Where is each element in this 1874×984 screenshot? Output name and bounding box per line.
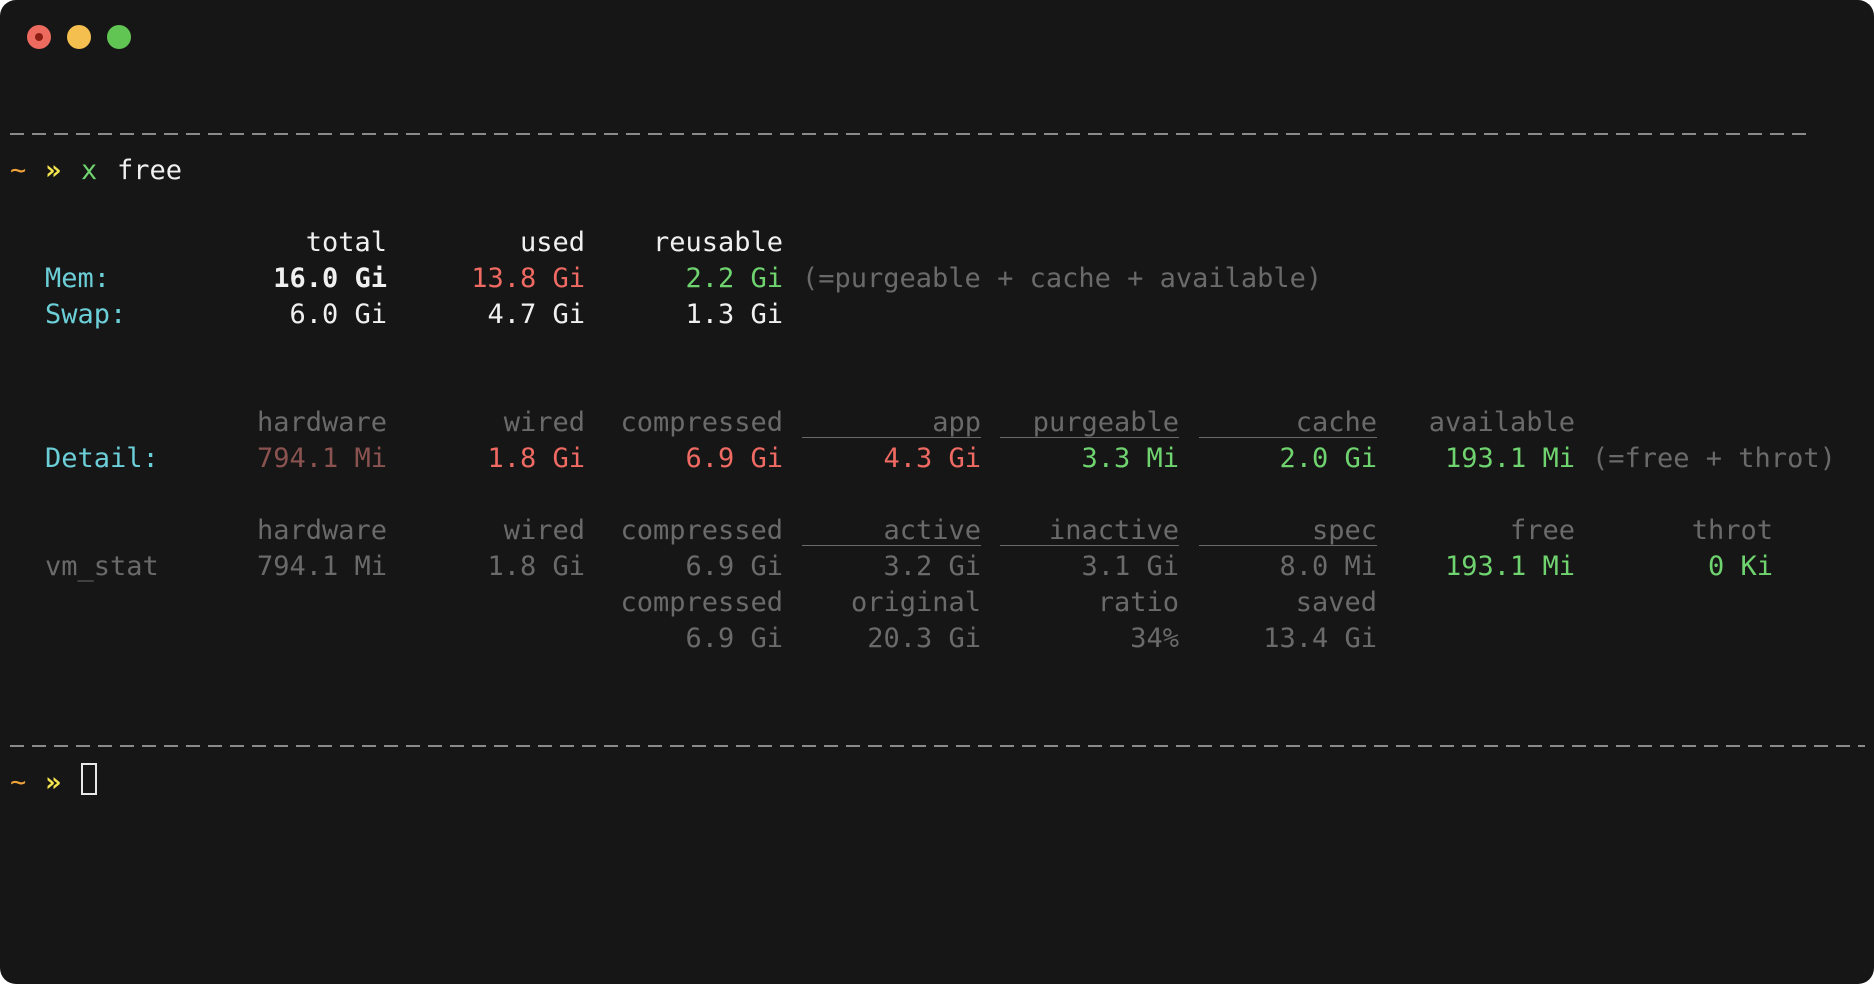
detail-purgeable: 3.3 Mi	[1081, 443, 1179, 474]
vmstat-header-compressed: compressed	[620, 515, 783, 546]
mem-label: Mem:	[45, 263, 111, 294]
header-total: total	[305, 227, 387, 258]
prompt-chevron: »	[45, 155, 62, 186]
vmstat-header-throt: throt	[1691, 515, 1773, 546]
vmstat-header-wired: wired	[503, 515, 585, 546]
vmstat-underline-spec	[1199, 545, 1377, 546]
vmstat-header-hardware: hardware	[256, 515, 387, 546]
swap-label: Swap:	[45, 299, 127, 330]
detail-hardware: 794.1 Mi	[256, 443, 387, 474]
compression-header-compressed: compressed	[620, 587, 783, 618]
detail-available: 193.1 Mi	[1444, 443, 1575, 474]
terminal-window: ~ » x free total used reusable Mem: 16.0…	[0, 0, 1874, 984]
maximize-window-button[interactable]	[107, 25, 131, 49]
swap-used: 4.7 Gi	[487, 299, 585, 330]
compression-original: 20.3 Gi	[867, 623, 981, 654]
swap-total: 6.0 Gi	[289, 299, 387, 330]
vmstat-free: 193.1 Mi	[1444, 551, 1575, 582]
compression-compressed: 6.9 Gi	[685, 623, 783, 654]
vmstat-compressed: 6.9 Gi	[685, 551, 783, 582]
separator-top	[10, 133, 1810, 135]
close-window-button[interactable]	[27, 25, 51, 49]
header-used: used	[519, 227, 585, 258]
separator-bottom	[10, 745, 1865, 747]
mem-total: 16.0 Gi	[273, 263, 387, 294]
detail-compressed: 6.9 Gi	[685, 443, 783, 474]
prompt2-chevron: »	[45, 767, 62, 798]
vmstat-active: 3.2 Gi	[883, 551, 981, 582]
compression-ratio: 34%	[1130, 623, 1179, 654]
compression-header-original: original	[850, 587, 981, 618]
vmstat-label: vm_stat	[45, 551, 159, 582]
minimize-window-button[interactable]	[67, 25, 91, 49]
vmstat-throt: 0 Ki	[1707, 551, 1773, 582]
detail-header-app: app	[932, 407, 981, 438]
detail-underline-app	[802, 437, 981, 438]
vmstat-underline-active	[802, 545, 981, 546]
detail-header-wired: wired	[503, 407, 585, 438]
vmstat-header-inactive: inactive	[1048, 515, 1179, 546]
detail-app: 4.3 Gi	[883, 443, 981, 474]
vmstat-wired: 1.8 Gi	[487, 551, 585, 582]
detail-underline-cache	[1199, 437, 1377, 438]
vmstat-header-free: free	[1509, 515, 1575, 546]
mem-used: 13.8 Gi	[471, 263, 585, 294]
compression-saved: 13.4 Gi	[1263, 623, 1377, 654]
compression-header-saved: saved	[1295, 587, 1377, 618]
detail-header-cache: cache	[1295, 407, 1377, 438]
text-cursor[interactable]	[81, 763, 97, 795]
detail-wired: 1.8 Gi	[487, 443, 585, 474]
mem-note: (=purgeable + cache + available)	[802, 263, 1323, 294]
detail-header-hardware: hardware	[256, 407, 387, 438]
vmstat-hardware: 794.1 Mi	[256, 551, 387, 582]
header-reusable: reusable	[652, 227, 783, 258]
vmstat-header-spec: spec	[1311, 515, 1377, 546]
detail-underline-purgeable	[1000, 437, 1179, 438]
swap-reusable: 1.3 Gi	[685, 299, 783, 330]
prompt-tilde: ~	[10, 155, 27, 186]
vmstat-inactive: 3.1 Gi	[1081, 551, 1179, 582]
detail-cache: 2.0 Gi	[1279, 443, 1377, 474]
detail-note: (=free + throt)	[1592, 443, 1836, 474]
detail-label: Detail:	[45, 443, 159, 474]
command-text: free	[117, 155, 183, 186]
vmstat-header-active: active	[883, 515, 981, 546]
detail-header-available: available	[1428, 407, 1575, 438]
detail-header-compressed: compressed	[620, 407, 783, 438]
prompt2-tilde: ~	[10, 767, 27, 798]
mem-reusable: 2.2 Gi	[685, 263, 783, 294]
command-prefix: x	[81, 155, 98, 186]
compression-header-ratio: ratio	[1097, 587, 1179, 618]
detail-header-purgeable: purgeable	[1032, 407, 1179, 438]
vmstat-underline-inactive	[1000, 545, 1179, 546]
vmstat-spec: 8.0 Mi	[1279, 551, 1377, 582]
